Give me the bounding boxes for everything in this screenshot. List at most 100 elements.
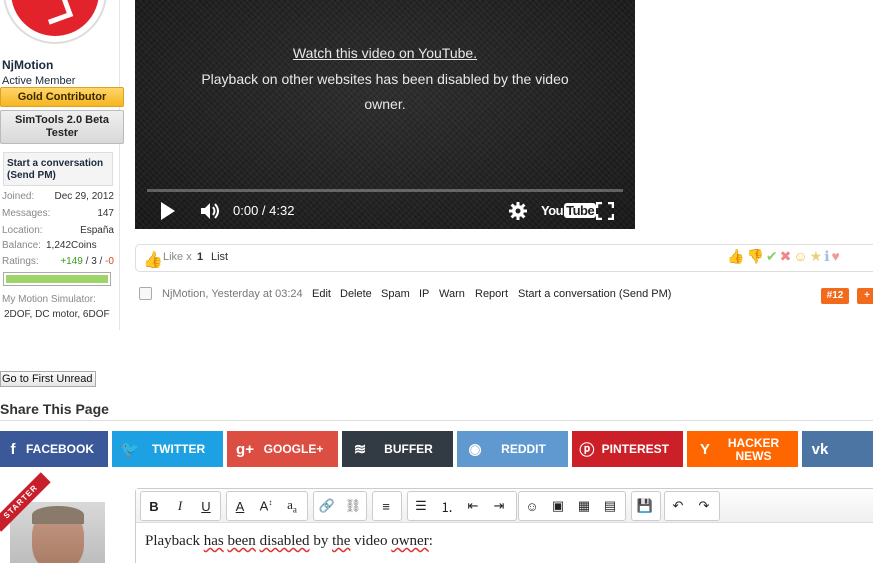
love-rating-icon[interactable]: ♥ — [832, 248, 842, 264]
font-family-icon[interactable]: aa — [279, 497, 305, 515]
user-title: Active Member — [2, 75, 76, 87]
start-conversation-button[interactable]: Start a conversation (Send PM) — [3, 152, 113, 186]
messages-value[interactable]: 147 — [97, 208, 114, 219]
like-list-link[interactable]: List — [211, 251, 228, 263]
like-count: 1 — [197, 251, 204, 263]
sidebar-divider — [119, 0, 120, 330]
like-rating-icon[interactable]: 👍 — [727, 248, 746, 264]
volume-icon[interactable] — [200, 202, 220, 220]
play-icon[interactable] — [161, 202, 175, 220]
ratings-value: +149 / 3 / -0 — [60, 256, 114, 267]
reddit-icon: ◉ — [468, 441, 482, 458]
disagree-rating-icon[interactable]: ✖ — [780, 248, 794, 264]
add-badge[interactable]: + — [857, 288, 873, 304]
winner-rating-icon[interactable]: ★ — [810, 248, 825, 264]
share-buffer-button[interactable]: ≋ BUFFER — [342, 431, 453, 467]
editor-content[interactable]: Playback has been disabled by the video … — [145, 533, 433, 550]
location-row: Location: España — [2, 225, 114, 239]
editor-text-word: been — [227, 533, 256, 549]
redo-icon[interactable]: ↷ — [691, 498, 717, 514]
share-google-plus-label: GOOGLE+ — [263, 442, 324, 456]
balance-row: Balance: 1,242Coins — [2, 240, 114, 254]
informative-rating-icon[interactable]: ℹ — [824, 248, 831, 264]
agree-rating-icon[interactable]: ✔ — [766, 248, 780, 264]
messages-label: Messages: — [2, 208, 51, 219]
font-size-icon[interactable]: A↕ — [253, 498, 279, 513]
share-google-plus-button[interactable]: g+ GOOGLE+ — [227, 431, 338, 467]
editor-text-word: the — [332, 533, 351, 549]
hacker-news-icon: Y — [699, 440, 710, 458]
share-reddit-button[interactable]: ◉ REDDIT — [457, 431, 568, 467]
joined-label: Joined: — [2, 191, 35, 202]
toolbar-group-history: ↶ ↷ — [664, 491, 720, 521]
youtube-logo[interactable]: You Tube — [541, 203, 597, 219]
youtube-logo-tube: Tube — [564, 203, 597, 218]
save-draft-icon[interactable]: 💾 — [632, 498, 658, 514]
ip-link[interactable]: IP — [419, 288, 429, 300]
gear-icon[interactable] — [509, 202, 527, 220]
share-hacker-news-button[interactable]: Y HACKER NEWS — [687, 431, 798, 467]
editor-text-word: Playback — [145, 533, 204, 549]
share-vk-button[interactable]: vk VK — [802, 431, 873, 467]
bullet-list-icon[interactable]: ☰ — [408, 498, 434, 514]
fullscreen-icon[interactable] — [596, 202, 614, 220]
share-twitter-label: TWITTER — [151, 442, 206, 456]
post-author-date[interactable]: NjMotion, Yesterday at 03:24 — [162, 288, 303, 300]
underline-icon[interactable]: U — [193, 499, 219, 514]
post-select-checkbox[interactable] — [139, 287, 152, 300]
italic-icon[interactable]: I — [167, 498, 193, 514]
video-player[interactable]: Watch this video on YouTube. Playback on… — [135, 0, 635, 229]
username[interactable]: NjMotion — [2, 58, 53, 72]
motion-simulator-value: 2DOF, DC motor, 6DOF — [4, 309, 110, 320]
outdent-icon[interactable]: ⇤ — [460, 498, 486, 514]
funny-rating-icon[interactable]: ☺ — [793, 248, 809, 264]
share-divider — [0, 420, 873, 421]
dislike-rating-icon[interactable]: 👎 — [746, 248, 765, 264]
indent-icon[interactable]: ⇥ — [486, 498, 512, 514]
share-reddit-label: REDDIT — [501, 442, 546, 456]
vk-icon: vk — [811, 440, 829, 458]
report-link[interactable]: Report — [475, 288, 508, 300]
smilie-icon[interactable]: ☺ — [519, 499, 545, 514]
playback-disabled-message: Playback on other websites has been disa… — [201, 71, 569, 112]
twitter-icon: 🐦 — [120, 441, 140, 458]
image-icon[interactable]: ▣ — [545, 498, 571, 514]
google-plus-icon: g+ — [236, 440, 254, 458]
bold-icon[interactable]: B — [141, 499, 167, 514]
ratings-positive: +149 — [60, 256, 83, 267]
unlink-icon[interactable]: ⛓ — [340, 498, 366, 514]
video-progress-bar[interactable] — [147, 189, 623, 192]
link-icon[interactable]: 🔗 — [314, 498, 340, 514]
facebook-icon: f — [10, 440, 16, 458]
pinterest-icon: ⓟ — [579, 441, 595, 459]
warn-link[interactable]: Warn — [439, 288, 465, 300]
reply-avatar[interactable] — [10, 502, 105, 563]
location-value[interactable]: España — [80, 225, 114, 236]
share-facebook-label: FACEBOOK — [25, 442, 94, 456]
spam-link[interactable]: Spam — [381, 288, 410, 300]
media-icon[interactable]: ▦ — [571, 498, 597, 514]
share-pinterest-label: PINTEREST — [601, 442, 669, 456]
post-start-conversation-link[interactable]: Start a conversation (Send PM) — [518, 288, 671, 300]
numbered-list-icon[interactable]: ⒈ — [434, 497, 460, 516]
post-number-badge[interactable]: #12 — [821, 288, 849, 304]
thumbs-up-icon: 👍 — [143, 252, 163, 269]
insert-icon[interactable]: ▤ — [597, 498, 623, 514]
editor-text-word: has — [203, 533, 224, 549]
watch-on-youtube-link[interactable]: Watch this video on YouTube. — [135, 45, 635, 61]
share-pinterest-button[interactable]: ⓟ PINTEREST — [572, 431, 683, 467]
messages-row: Messages: 147 — [2, 208, 114, 222]
go-to-first-unread-button[interactable]: Go to First Unread — [0, 371, 96, 387]
toolbar-group-save: 💾 — [631, 491, 661, 521]
share-page-title: Share This Page — [0, 401, 109, 417]
undo-icon[interactable]: ↶ — [665, 498, 691, 514]
edit-link[interactable]: Edit — [312, 288, 331, 300]
share-buffer-label: BUFFER — [384, 442, 433, 456]
toolbar-group-insert: ☺ ▣ ▦ ▤ — [518, 491, 626, 521]
share-twitter-button[interactable]: 🐦 TWITTER — [112, 431, 223, 467]
share-facebook-button[interactable]: f FACEBOOK — [0, 431, 108, 467]
align-left-icon[interactable]: ≡ — [373, 499, 399, 514]
balance-value: 1,242Coins — [46, 240, 97, 251]
delete-link[interactable]: Delete — [340, 288, 372, 300]
text-color-icon[interactable]: A — [227, 499, 253, 514]
